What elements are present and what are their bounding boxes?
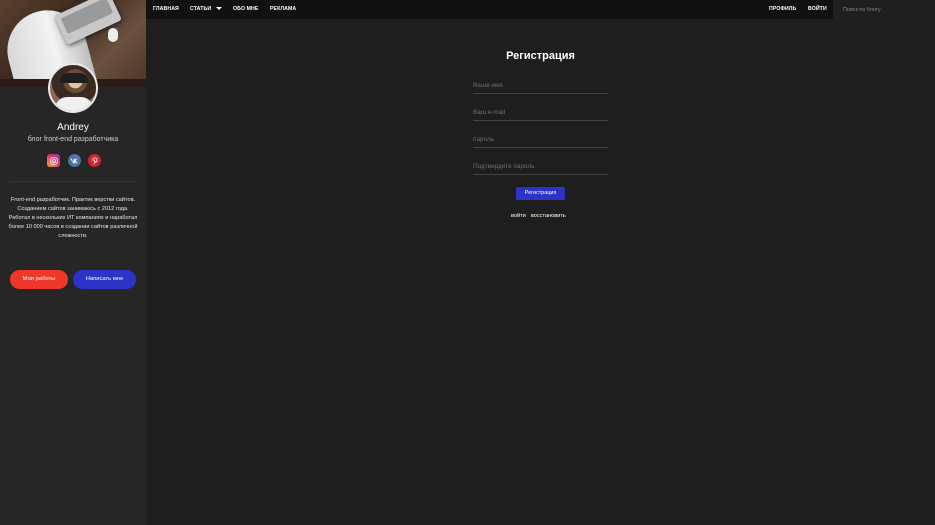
- my-works-button[interactable]: Мои работы: [10, 270, 68, 289]
- nav-item-login[interactable]: ВОЙТИ: [808, 0, 827, 19]
- author-about: Front-end разработчик. Практик верстки с…: [8, 197, 138, 239]
- mouse-shape: [108, 28, 118, 42]
- vk-icon[interactable]: [67, 154, 81, 167]
- caret-down-icon: [216, 7, 223, 11]
- register-button[interactable]: Регистрация: [516, 187, 565, 200]
- avatar-shirt: [55, 97, 93, 111]
- write-me-button[interactable]: Написать мне: [73, 270, 136, 289]
- avatar: [48, 63, 98, 113]
- author-tagline: блог front-end разработчика: [27, 136, 119, 143]
- top-nav: ГЛАВНАЯ СТАТЬИ ОБО МНЕ РЕКЛАМА ПРОФИЛЬ В…: [146, 0, 935, 19]
- instagram-icon[interactable]: [47, 154, 60, 167]
- sidebar: Andrey блог front-end разработчика Front…: [0, 0, 146, 525]
- name-field[interactable]: [473, 78, 608, 94]
- form-links: войти восстановить: [511, 213, 571, 219]
- nav-item-articles-label: СТАТЬИ: [190, 6, 212, 12]
- pinterest-icon[interactable]: [88, 154, 101, 167]
- login-link[interactable]: войти: [511, 213, 526, 219]
- nav-item-articles[interactable]: СТАТЬИ: [190, 0, 223, 19]
- sidebar-divider: [10, 181, 136, 182]
- email-field[interactable]: [473, 105, 608, 121]
- restore-link[interactable]: восстановить: [531, 213, 566, 219]
- form-title: Регистрация: [506, 50, 575, 62]
- author-name: Andrey: [57, 122, 89, 133]
- nav-item-ads[interactable]: РЕКЛАМА: [270, 0, 296, 19]
- nav-item-about[interactable]: ОБО МНЕ: [233, 0, 258, 19]
- search-input[interactable]: [833, 0, 935, 19]
- nav-item-profile[interactable]: ПРОФИЛЬ: [769, 0, 796, 19]
- password-field[interactable]: [473, 132, 608, 148]
- nav-item-home[interactable]: ГЛАВНАЯ: [153, 0, 179, 19]
- avatar-hat: [60, 73, 88, 83]
- confirm-password-field[interactable]: [473, 159, 608, 175]
- social-links: [47, 154, 101, 167]
